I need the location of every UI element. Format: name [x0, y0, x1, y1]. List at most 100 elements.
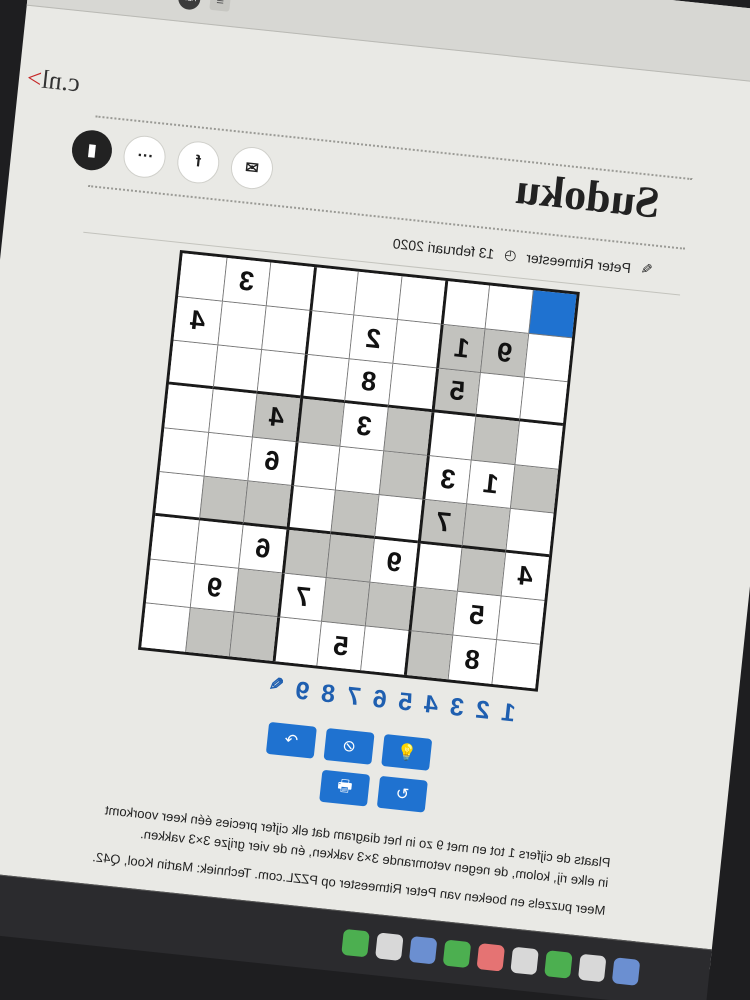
sudoku-cell[interactable] [387, 363, 437, 413]
sudoku-cell[interactable] [290, 442, 340, 491]
sudoku-cell[interactable]: 2 [348, 315, 397, 364]
sudoku-cell[interactable]: 5 [431, 368, 480, 417]
sudoku-cell[interactable] [353, 271, 402, 321]
sudoku-cell[interactable] [228, 612, 278, 661]
sudoku-cell[interactable] [141, 603, 190, 652]
adblock-extension-icon[interactable]: ABP [177, 0, 202, 11]
number-button[interactable]: 4 [423, 690, 440, 720]
sudoku-cell[interactable] [378, 451, 427, 500]
sudoku-cell[interactable] [256, 349, 305, 399]
dock-app-icon[interactable] [375, 932, 404, 961]
facebook-icon[interactable]: f [175, 139, 222, 186]
sudoku-cell[interactable] [383, 407, 432, 456]
sudoku-cell[interactable] [309, 267, 358, 316]
mail-icon[interactable]: ✉ [228, 144, 276, 192]
sudoku-cell[interactable] [360, 626, 409, 675]
site-logo[interactable]: c.nl> [26, 63, 82, 98]
more-icon[interactable]: ··· [121, 133, 168, 180]
sudoku-cell[interactable] [212, 345, 262, 394]
sudoku-cell[interactable] [364, 582, 414, 631]
sudoku-cell[interactable] [300, 354, 349, 403]
sudoku-cell[interactable] [514, 421, 563, 470]
sudoku-cell[interactable] [509, 465, 559, 514]
sudoku-cell[interactable]: 4 [500, 552, 549, 601]
sudoku-cell[interactable] [164, 384, 213, 433]
sudoku-cell[interactable] [281, 529, 331, 578]
sudoku-cell[interactable] [373, 495, 423, 544]
sudoku-cell[interactable] [334, 446, 384, 496]
sudoku-cell[interactable] [320, 577, 370, 627]
menu-icon[interactable]: ≡ [209, 0, 232, 12]
sudoku-cell[interactable] [233, 568, 282, 618]
sudoku-cell[interactable]: 7 [417, 499, 466, 549]
sudoku-cell[interactable] [456, 548, 506, 597]
sudoku-cell[interactable] [396, 276, 446, 325]
sudoku-cell[interactable] [518, 377, 568, 426]
sudoku-cell[interactable]: 4 [251, 393, 301, 443]
sudoku-cell[interactable] [178, 253, 227, 302]
dock-app-icon[interactable] [611, 957, 641, 986]
hint-button[interactable]: 💡 [381, 734, 433, 771]
sudoku-cell[interactable] [470, 416, 519, 466]
sudoku-cell[interactable]: 3 [339, 402, 388, 452]
sudoku-cell[interactable] [523, 333, 572, 383]
sudoku-cell[interactable] [265, 262, 314, 311]
sudoku-cell[interactable]: 6 [247, 437, 296, 486]
sudoku-cell[interactable] [286, 485, 335, 535]
dock-app-icon[interactable] [442, 939, 472, 969]
sudoku-cell[interactable] [484, 285, 533, 334]
sudoku-cell[interactable] [185, 607, 234, 657]
sudoku-cell[interactable]: 5 [316, 621, 365, 671]
bookmark-icon[interactable]: ▮ [69, 128, 114, 173]
sudoku-cell[interactable] [403, 630, 453, 680]
number-button[interactable]: 5 [397, 687, 414, 717]
sudoku-cell[interactable] [330, 490, 379, 539]
number-button[interactable]: 9 [294, 677, 311, 707]
hide-button[interactable]: ⊘ [323, 727, 375, 765]
sudoku-cell[interactable]: 9 [189, 564, 239, 613]
sudoku-cell[interactable] [413, 543, 462, 592]
number-button[interactable]: 7 [345, 682, 363, 712]
sudoku-cell[interactable] [168, 340, 218, 390]
sudoku-cell[interactable]: 8 [343, 359, 393, 408]
dock-app-icon[interactable] [408, 935, 438, 965]
sudoku-cell[interactable]: 7 [277, 573, 326, 622]
sudoku-cell[interactable] [145, 559, 195, 608]
sudoku-cell[interactable] [304, 310, 354, 360]
redo-button[interactable]: ↷ [265, 721, 317, 759]
sudoku-cell[interactable] [242, 481, 291, 530]
sudoku-cell[interactable] [491, 640, 540, 689]
sudoku-cell[interactable]: 6 [238, 525, 287, 574]
author-name[interactable]: Peter Ritmeester [526, 249, 632, 276]
reset-button[interactable]: ↻ [376, 775, 428, 813]
sudoku-cell[interactable] [159, 428, 209, 477]
sudoku-cell[interactable]: 4 [173, 297, 222, 346]
sudoku-cell[interactable] [408, 587, 457, 636]
sudoku-cell[interactable] [325, 534, 374, 583]
sudoku-cell[interactable] [261, 306, 310, 355]
number-button[interactable]: 8 [320, 679, 337, 709]
sudoku-cell[interactable] [495, 596, 545, 645]
sudoku-cell[interactable]: 3 [221, 257, 271, 307]
sudoku-cell[interactable]: 9 [369, 538, 418, 588]
number-button[interactable]: 2 [474, 695, 491, 725]
sudoku-cell[interactable] [461, 504, 510, 553]
sudoku-cell[interactable] [198, 476, 248, 526]
sudoku-cell[interactable] [194, 520, 243, 569]
pencil-icon[interactable]: ✎ [267, 674, 285, 704]
sudoku-cell[interactable] [528, 290, 577, 339]
sudoku-cell[interactable] [217, 301, 266, 350]
print-button[interactable]: 🖶 [319, 769, 371, 807]
sudoku-cell[interactable] [440, 280, 489, 330]
sudoku-cell[interactable] [150, 515, 199, 565]
dock-app-icon[interactable] [510, 946, 539, 976]
dock-app-icon[interactable] [476, 943, 506, 972]
sudoku-cell[interactable] [155, 472, 204, 521]
sudoku-cell[interactable] [272, 617, 321, 666]
sudoku-cell[interactable] [426, 412, 476, 461]
sudoku-cell[interactable]: 3 [422, 455, 471, 505]
sudoku-cell[interactable]: 8 [447, 635, 496, 684]
dock-app-icon[interactable] [544, 950, 573, 979]
sudoku-cell[interactable]: 5 [452, 591, 501, 641]
dock-app-icon[interactable] [341, 928, 370, 958]
